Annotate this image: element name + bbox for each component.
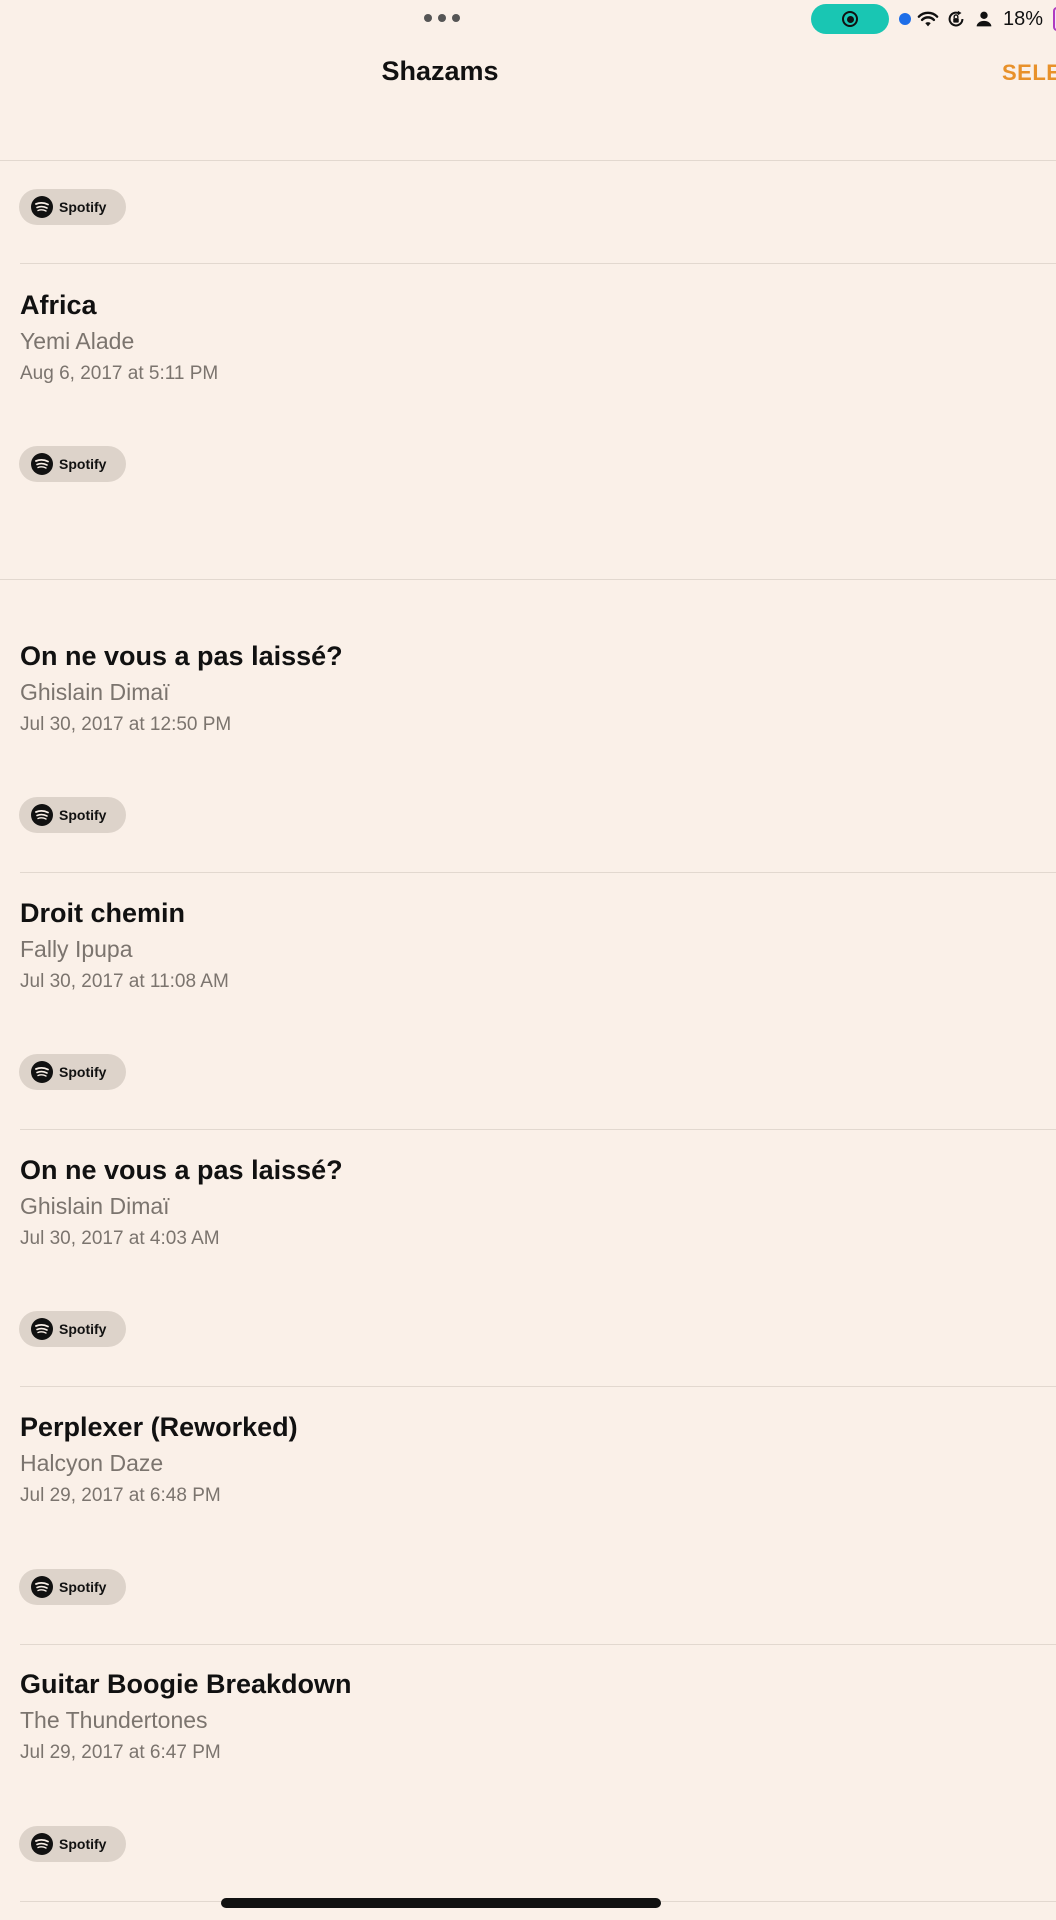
song-artist: Ghislain Dimaï (20, 679, 170, 705)
song-title: Droit chemin (20, 898, 186, 928)
more-dots-icon[interactable] (424, 14, 460, 22)
list-item[interactable]: Africa Yemi Alade Aug 6, 2017 at 5:11 PM (20, 289, 1056, 386)
list-item[interactable]: Guitar Boogie Breakdown The Thundertones… (20, 1668, 1056, 1765)
battery-percent: 18% (1003, 7, 1044, 30)
location-dot-icon (899, 13, 911, 25)
song-date: Jul 30, 2017 at 11:08 AM (20, 971, 229, 992)
spotify-label: Spotify (59, 456, 107, 472)
spotify-button[interactable]: Spotify (19, 189, 126, 225)
song-date: Jul 29, 2017 at 6:48 PM (20, 1485, 221, 1506)
list-item[interactable]: On ne vous a pas laissé? Ghislain Dimaï … (20, 1154, 1056, 1251)
list-item[interactable]: Perplexer (Reworked) Halcyon Daze Jul 29… (20, 1411, 1056, 1508)
list-item[interactable]: Droit chemin Fally Ipupa Jul 30, 2017 at… (20, 897, 1056, 994)
song-title: Perplexer (Reworked) (20, 1412, 298, 1442)
spotify-button[interactable]: Spotify (19, 1311, 126, 1347)
page-title: Shazams (381, 56, 499, 86)
song-title: On ne vous a pas laissé? (20, 641, 343, 671)
song-date: Jul 30, 2017 at 12:50 PM (20, 714, 232, 735)
divider (20, 1386, 1056, 1387)
spotify-icon (31, 1318, 53, 1340)
wifi-icon (917, 11, 939, 27)
spotify-icon (31, 804, 53, 826)
song-date: Jul 29, 2017 at 6:47 PM (20, 1742, 221, 1763)
spotify-icon (31, 453, 53, 475)
spotify-icon (31, 196, 53, 218)
divider (20, 263, 1056, 264)
spotify-button[interactable]: Spotify (19, 446, 126, 482)
rotation-lock-icon (948, 10, 964, 27)
divider (0, 160, 1056, 161)
list-item[interactable]: On ne vous a pas laissé? Ghislain Dimaï … (20, 640, 1056, 737)
divider (0, 579, 1056, 580)
song-artist: Fally Ipupa (20, 936, 133, 962)
song-artist: Ghislain Dimaï (20, 1193, 170, 1219)
home-indicator[interactable] (221, 1898, 661, 1908)
song-title: Guitar Boogie Breakdown (20, 1669, 352, 1699)
spotify-button[interactable]: Spotify (19, 1054, 126, 1090)
divider (20, 872, 1056, 873)
song-title: On ne vous a pas laissé? (20, 1155, 343, 1185)
divider (20, 1644, 1056, 1645)
spotify-label: Spotify (59, 199, 107, 215)
spotify-icon (31, 1061, 53, 1083)
spotify-label: Spotify (59, 1064, 107, 1080)
spotify-button[interactable]: Spotify (19, 1569, 126, 1605)
spotify-label: Spotify (59, 1321, 107, 1337)
divider (20, 1129, 1056, 1130)
song-date: Aug 6, 2017 at 5:11 PM (20, 363, 219, 384)
spotify-label: Spotify (59, 1836, 107, 1852)
song-date: Jul 30, 2017 at 4:03 AM (20, 1228, 220, 1249)
spotify-icon (31, 1576, 53, 1598)
status-icons: 18% (899, 6, 1056, 32)
screen-record-icon[interactable] (811, 4, 889, 34)
song-artist: The Thundertones (20, 1707, 208, 1733)
spotify-label: Spotify (59, 1579, 107, 1595)
select-button[interactable]: SELE (1002, 60, 1056, 86)
song-artist: Yemi Alade (20, 328, 135, 354)
spotify-button[interactable]: Spotify (19, 1826, 126, 1862)
spotify-label: Spotify (59, 807, 107, 823)
song-artist: Halcyon Daze (20, 1450, 164, 1476)
spotify-button[interactable]: Spotify (19, 797, 126, 833)
spotify-icon (31, 1833, 53, 1855)
person-icon (976, 11, 992, 27)
song-title: Africa (20, 290, 97, 320)
